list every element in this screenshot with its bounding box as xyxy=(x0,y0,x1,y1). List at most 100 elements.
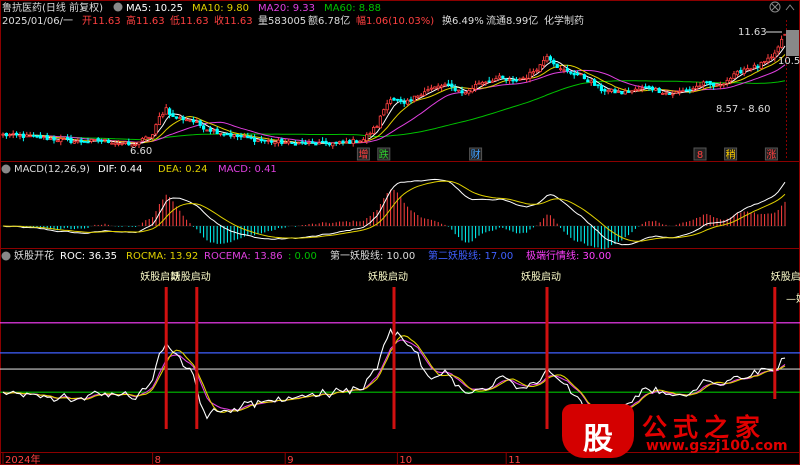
candle xyxy=(555,63,559,68)
watermark-glyph: 股 xyxy=(583,422,613,457)
ma-indicator-label: MA20: 9.33 xyxy=(258,3,315,14)
event-marker[interactable]: 跌 xyxy=(377,147,391,161)
svg-text:跌: 跌 xyxy=(379,148,389,161)
candle xyxy=(154,123,158,137)
candle xyxy=(402,98,406,107)
candle xyxy=(300,138,304,145)
candle xyxy=(69,134,73,145)
quote-field-label: 额6.78亿 xyxy=(308,14,350,27)
candle xyxy=(657,86,661,94)
candle xyxy=(11,130,15,139)
event-marker[interactable]: 涨 xyxy=(764,147,778,161)
quote-field-label: 量583005 xyxy=(258,15,306,27)
candle xyxy=(28,131,32,138)
candle xyxy=(164,104,168,115)
svg-text:财: 财 xyxy=(471,148,481,161)
x-tick-label: 8 xyxy=(155,455,161,465)
candle xyxy=(650,85,655,93)
svg-text:涨: 涨 xyxy=(766,149,776,161)
x-tick-label: 11 xyxy=(508,455,521,465)
candle xyxy=(494,75,498,81)
candle xyxy=(545,53,549,63)
price-scale-tab[interactable] xyxy=(786,30,799,56)
macd-indicator-label: MACD(12,26,9) xyxy=(14,164,90,175)
candle xyxy=(378,114,383,129)
candle xyxy=(263,139,267,144)
candle xyxy=(317,138,321,145)
candle xyxy=(681,87,685,93)
settings-icon[interactable] xyxy=(113,2,123,12)
signal-label: 妖股启动 xyxy=(521,270,561,283)
candle xyxy=(273,141,277,147)
candle xyxy=(579,73,583,76)
candle xyxy=(654,86,658,92)
candle xyxy=(405,98,410,106)
event-marker[interactable]: 8 xyxy=(693,147,707,161)
watermark: 股 公式之家 www.gszj100.com xyxy=(562,404,788,458)
candle xyxy=(443,82,447,87)
candle xyxy=(286,138,291,146)
candle xyxy=(123,141,127,145)
svg-text:增: 增 xyxy=(358,148,368,161)
candle xyxy=(334,141,338,147)
candle xyxy=(76,137,80,144)
svg-text:稍: 稍 xyxy=(726,148,736,161)
roc-indicator-label: ROC: 36.35 xyxy=(60,251,117,262)
quote-field-label: 高11.63 xyxy=(126,14,165,27)
macd-header: MACD(12,26,9) DIF: 0.44 DEA: 0.24 MACD: 0.4… xyxy=(1,164,277,175)
candle xyxy=(589,78,593,86)
candle xyxy=(161,111,165,119)
candle xyxy=(1,132,5,138)
candle xyxy=(623,88,627,95)
candle xyxy=(450,79,454,91)
candle xyxy=(773,49,777,62)
candle xyxy=(759,61,763,70)
signal-label: 妖股启动 xyxy=(368,270,408,283)
candle xyxy=(511,76,515,84)
candle xyxy=(276,137,281,147)
chevron-up-icon[interactable] xyxy=(785,4,795,11)
quote-field-label: 开11.63 xyxy=(82,16,121,27)
event-marker[interactable]: 稍 xyxy=(724,147,738,161)
stock-chart: 鲁抗医药(日线 前复权) MA5: 10.25 MA10: 9.80 MA20: 9… xyxy=(0,0,800,465)
candle xyxy=(38,132,43,139)
candle xyxy=(732,71,736,79)
candle xyxy=(385,99,389,114)
price-high-label: 11.63 xyxy=(738,27,767,38)
signal-label: 妖股启动 xyxy=(171,270,211,283)
candle xyxy=(205,129,209,132)
candle xyxy=(453,84,457,93)
signal-bar xyxy=(164,287,168,429)
candle xyxy=(106,138,110,144)
candle xyxy=(375,124,379,129)
candle xyxy=(769,53,774,61)
candle xyxy=(701,80,706,90)
candle xyxy=(45,132,49,141)
roc-indicator-label: 妖股开花 xyxy=(14,249,54,262)
x-tick-label: 2024年 xyxy=(5,453,40,465)
candle xyxy=(361,136,366,143)
candle xyxy=(324,138,328,147)
event-marker[interactable]: 增 xyxy=(356,147,370,161)
candle xyxy=(630,90,634,95)
roc-indicator-label: ROCEMA: 13.86 xyxy=(204,251,283,262)
candle xyxy=(171,109,175,117)
price-low-label: 6.60 xyxy=(130,146,152,157)
candle xyxy=(559,65,563,72)
candle xyxy=(341,139,345,146)
roc-settings-icon[interactable] xyxy=(1,251,11,261)
candle xyxy=(256,139,260,143)
candle xyxy=(25,131,29,138)
roc-indicator-label: 第一妖股线: 10.00 xyxy=(330,249,415,262)
candle xyxy=(742,66,746,77)
signal-bar xyxy=(773,287,777,399)
event-marker[interactable]: 财 xyxy=(469,147,483,161)
candle xyxy=(157,112,161,126)
candle xyxy=(542,56,546,69)
candle xyxy=(484,80,488,86)
macd-settings-icon[interactable] xyxy=(1,164,11,174)
candle xyxy=(433,86,437,90)
candle xyxy=(42,136,46,140)
candle xyxy=(456,89,461,93)
quote-field-label: 流通8.99亿 xyxy=(486,14,538,27)
